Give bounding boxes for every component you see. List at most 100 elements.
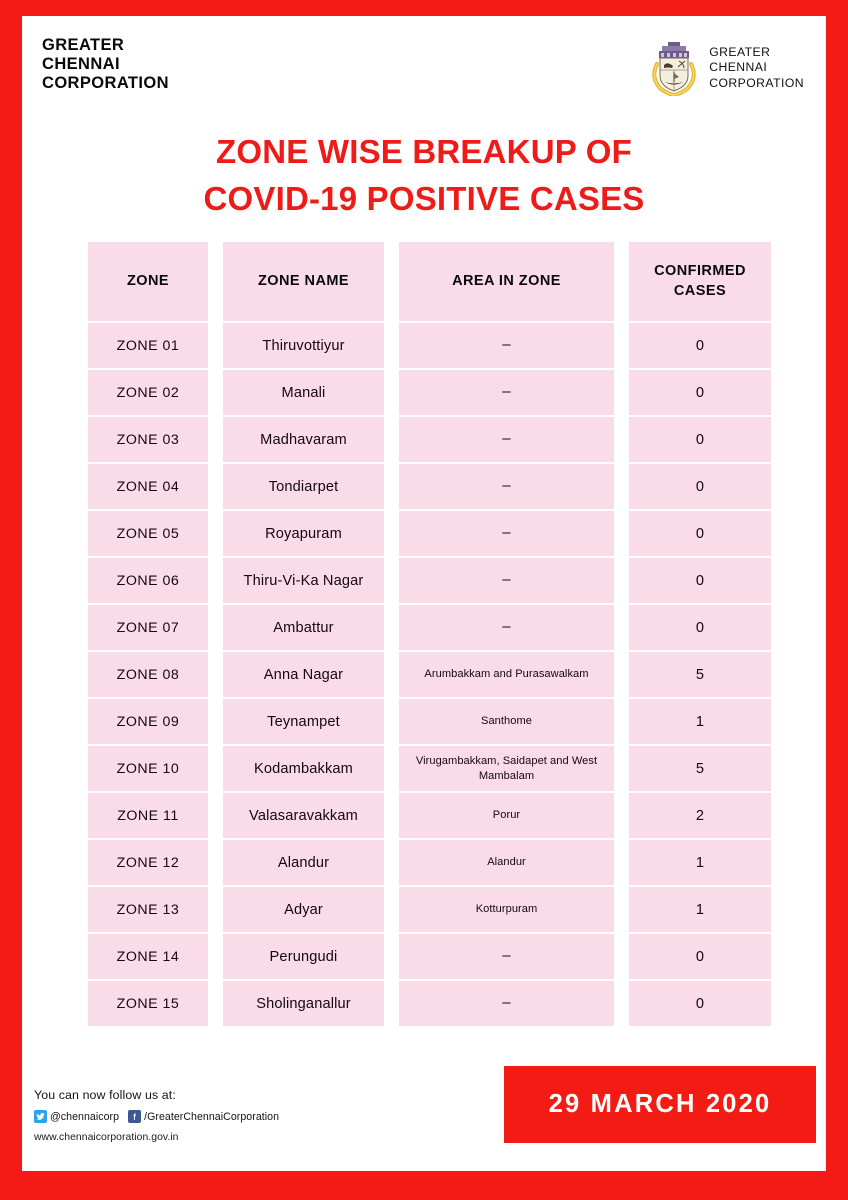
column-header-zone-name: ZONE NAME (223, 242, 384, 321)
cell-zone: ZONE 10 (88, 746, 208, 791)
page-title-line-2: COVID-19 Positive Cases (203, 180, 645, 218)
cell-confirmed-cases: 1 (629, 840, 771, 885)
cell-zone-name: Perungudi (223, 934, 384, 979)
cell-area-in-zone: – (399, 981, 614, 1026)
table-row: ZONE 05 Royapuram –0 (88, 511, 774, 556)
cell-zone-name: Royapuram (223, 511, 384, 556)
cell-confirmed-cases: 0 (629, 558, 771, 603)
brand-lockup-right: Greater Chennai Corporation (648, 40, 804, 96)
cell-zone: ZONE 08 (88, 652, 208, 697)
cell-zone: ZONE 02 (88, 370, 208, 415)
cell-area-in-zone: – (399, 464, 614, 509)
cell-confirmed-cases: 0 (629, 511, 771, 556)
cell-zone-name: Manali (223, 370, 384, 415)
cell-zone: ZONE 11 (88, 793, 208, 838)
cell-zone: ZONE 12 (88, 840, 208, 885)
follow-us-label: You can now follow us at: (34, 1088, 176, 1102)
cell-confirmed-cases: 0 (629, 323, 771, 368)
zone-breakup-table: ZONE ZONE NAME AREA IN ZONE CONFIRMED CA… (88, 242, 774, 1028)
brand-right-line-1: Greater (709, 45, 771, 60)
cell-confirmed-cases: 2 (629, 793, 771, 838)
brand-left-line-1: Greater (42, 36, 125, 54)
cell-confirmed-cases: 0 (629, 417, 771, 462)
cell-zone-name: Alandur (223, 840, 384, 885)
twitter-icon[interactable] (34, 1110, 47, 1123)
cell-zone: ZONE 09 (88, 699, 208, 744)
cell-area-in-zone: – (399, 370, 614, 415)
infographic-poster: Greater Chennai Corporation (0, 0, 848, 1200)
cell-area-in-zone: Alandur (399, 840, 614, 885)
table-row: ZONE 02 Manali –0 (88, 370, 774, 415)
table-row: ZONE 10 Kodambakkam Virugambakkam, Saidape… (88, 746, 774, 791)
cell-zone: ZONE 04 (88, 464, 208, 509)
cell-area-in-zone: – (399, 417, 614, 462)
cell-area-in-zone: – (399, 558, 614, 603)
poster-card: Greater Chennai Corporation (22, 16, 826, 1171)
table-body: ZONE 01 Thiruvottiyur –0 ZONE 02 Manali –0 ZON… (88, 323, 774, 1026)
cell-area-in-zone: Santhome (399, 699, 614, 744)
footer-social: You can now follow us at: @chennaicorp /… (34, 1088, 279, 1143)
cell-zone-name: Madhavaram (223, 417, 384, 462)
page-title-line-1: Zone Wise Breakup of (216, 133, 632, 170)
cell-confirmed-cases: 5 (629, 746, 771, 791)
table-row: ZONE 15 Sholinganallur –0 (88, 981, 774, 1026)
brand-left-line-2: Chennai (42, 55, 120, 74)
cell-zone-name: Teynampet (223, 699, 384, 744)
brand-right-line-3: Corporation (709, 75, 804, 90)
cell-zone: ZONE 13 (88, 887, 208, 932)
cell-confirmed-cases: 0 (629, 981, 771, 1026)
table-row: ZONE 06 Thiru-Vi-Ka Nagar –0 (88, 558, 774, 603)
column-header-confirmed-cases: CONFIRMED CASES (629, 242, 771, 321)
brand-left-line-3: Corporation (42, 74, 169, 93)
brand-wordmark-right: Greater Chennai Corporation (709, 45, 804, 91)
cell-zone: ZONE 03 (88, 417, 208, 462)
table-row: ZONE 13 Adyar Kotturpuram 1 (88, 887, 774, 932)
twitter-handle[interactable]: @chennaicorp (50, 1111, 119, 1123)
cell-area-in-zone: Porur (399, 793, 614, 838)
cell-zone: ZONE 06 (88, 558, 208, 603)
cell-zone: ZONE 15 (88, 981, 208, 1026)
date-badge-label: 29 MARCH 2020 (548, 1090, 772, 1118)
cell-zone: ZONE 05 (88, 511, 208, 556)
table-row: ZONE 09 Teynampet Santhome 1 (88, 699, 774, 744)
cell-area-in-zone: – (399, 323, 614, 368)
facebook-handle[interactable]: /GreaterChennaiCorporation (144, 1111, 279, 1123)
table-row: ZONE 04 Tondiarpet –0 (88, 464, 774, 509)
column-header-area-in-zone: AREA IN ZONE (399, 242, 614, 321)
table-row: ZONE 12 Alandur Alandur 1 (88, 840, 774, 885)
cell-zone-name: Tondiarpet (223, 464, 384, 509)
cell-zone-name: Thiru-Vi-Ka Nagar (223, 558, 384, 603)
table-row: ZONE 07 Ambattur –0 (88, 605, 774, 650)
cell-confirmed-cases: 0 (629, 464, 771, 509)
cell-confirmed-cases: 0 (629, 605, 771, 650)
cell-area-in-zone: – (399, 605, 614, 650)
table-row: ZONE 11 Valasaravakkam Porur 2 (88, 793, 774, 838)
website-url[interactable]: www.chennaicorporation.gov.in (34, 1132, 279, 1143)
cell-zone: ZONE 07 (88, 605, 208, 650)
table-row: ZONE 14 Perungudi –0 (88, 934, 774, 979)
date-badge: 29 MARCH 2020 (504, 1066, 816, 1143)
cell-zone: ZONE 01 (88, 323, 208, 368)
table-row: ZONE 01 Thiruvottiyur –0 (88, 323, 774, 368)
brand-right-line-2: Chennai (709, 60, 768, 75)
brand-wordmark-left: Greater Chennai Corporation (42, 36, 169, 93)
cell-zone-name: Anna Nagar (223, 652, 384, 697)
table-header-row: ZONE ZONE NAME AREA IN ZONE CONFIRMED CA… (88, 242, 774, 321)
cell-area-in-zone: Kotturpuram (399, 887, 614, 932)
cell-area-in-zone: Virugambakkam, Saidapet and West Mambala… (399, 746, 614, 791)
cell-zone-name: Adyar (223, 887, 384, 932)
cell-zone-name: Valasaravakkam (223, 793, 384, 838)
cell-confirmed-cases: 0 (629, 370, 771, 415)
cell-confirmed-cases: 0 (629, 934, 771, 979)
cell-area-in-zone: – (399, 511, 614, 556)
cell-area-in-zone: – (399, 934, 614, 979)
cell-zone-name: Sholinganallur (223, 981, 384, 1026)
page-title: Zone Wise Breakup of COVID-19 Positive C… (22, 128, 826, 222)
cell-zone-name: Thiruvottiyur (223, 323, 384, 368)
facebook-icon[interactable] (128, 1110, 142, 1123)
cell-zone-name: Ambattur (223, 605, 384, 650)
gcc-emblem-icon (652, 42, 696, 96)
cell-confirmed-cases: 1 (629, 887, 771, 932)
cell-zone: ZONE 14 (88, 934, 208, 979)
table-row: ZONE 03 Madhavaram –0 (88, 417, 774, 462)
